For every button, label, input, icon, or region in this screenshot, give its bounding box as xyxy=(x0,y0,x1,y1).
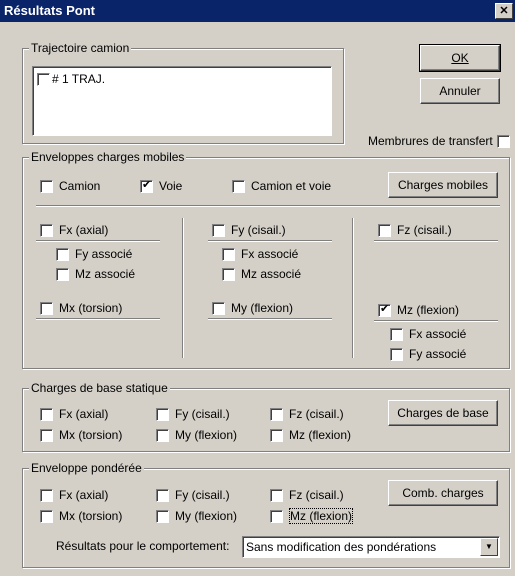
mz-flexion-checkbox[interactable]: Mz (flexion) xyxy=(378,302,459,318)
pond-mx-checkbox[interactable]: Mx (torsion) xyxy=(40,508,122,524)
base-fx-label: Fx (axial) xyxy=(59,407,109,421)
mz-associe-checkbox[interactable]: Mz associé xyxy=(56,266,135,282)
window-title: Résultats Pont xyxy=(4,3,96,18)
camion-checkbox[interactable]: Camion xyxy=(40,178,100,194)
title-bar: Résultats Pont ✕ xyxy=(0,0,515,22)
fy-associe-2-label: Fy associé xyxy=(409,347,467,361)
my-flexion-label: My (flexion) xyxy=(231,301,294,315)
base-mz-checkbox[interactable]: Mz (flexion) xyxy=(270,427,351,443)
column-divider xyxy=(182,218,184,358)
camion-voie-label: Camion et voie xyxy=(251,179,332,193)
pond-fz-label: Fz (cisail.) xyxy=(289,488,344,502)
mx-torsion-checkbox[interactable]: Mx (torsion) xyxy=(40,300,122,316)
enveloppes-mobiles-label: Enveloppes charges mobiles xyxy=(29,150,187,164)
underline xyxy=(208,318,332,320)
resultats-select[interactable]: Sans modification des pondérations ▼ xyxy=(242,536,500,558)
camion-label: Camion xyxy=(59,179,101,193)
charges-base-label: Charges de base statique xyxy=(29,381,170,395)
trajectoire-group-label: Trajectoire camion xyxy=(29,41,132,55)
pond-mx-label: Mx (torsion) xyxy=(59,509,123,523)
underline xyxy=(374,320,498,322)
mz-associe-label: Mz associé xyxy=(75,267,136,281)
charges-mobiles-button[interactable]: Charges mobiles xyxy=(388,172,498,198)
my-flexion-checkbox[interactable]: My (flexion) xyxy=(212,300,293,316)
fx-associe-label: Fx associé xyxy=(241,247,299,261)
base-mz-label: Mz (flexion) xyxy=(289,428,352,442)
base-my-label: My (flexion) xyxy=(175,428,238,442)
charges-base-button[interactable]: Charges de base xyxy=(388,400,498,426)
underline xyxy=(374,240,498,242)
charges-mobiles-label: Charges mobiles xyxy=(397,178,489,192)
membrures-box[interactable] xyxy=(496,134,510,148)
comb-charges-label: Comb. charges xyxy=(402,486,484,500)
fx-axial-label: Fx (axial) xyxy=(59,223,109,237)
pond-fx-label: Fx (axial) xyxy=(59,488,109,502)
base-fx-checkbox[interactable]: Fx (axial) xyxy=(40,406,108,422)
column-divider xyxy=(352,218,354,358)
resultats-value: Sans modification des pondérations xyxy=(246,540,437,554)
chevron-down-icon[interactable]: ▼ xyxy=(480,538,498,556)
divider xyxy=(36,205,500,207)
base-mx-checkbox[interactable]: Mx (torsion) xyxy=(40,427,122,443)
fy-associe-checkbox[interactable]: Fy associé xyxy=(56,246,132,262)
pond-my-checkbox[interactable]: My (flexion) xyxy=(156,508,237,524)
ok-button[interactable]: OK xyxy=(419,44,501,72)
fy-cisail-label: Fy (cisail.) xyxy=(231,223,286,237)
resultats-label: Résultats pour le comportement: xyxy=(56,539,230,553)
underline xyxy=(36,318,160,320)
fz-cisail-checkbox[interactable]: Fz (cisail.) xyxy=(378,222,452,238)
fx-associe-2-checkbox[interactable]: Fx associé xyxy=(390,326,466,342)
mz-flexion-label: Mz (flexion) xyxy=(397,303,460,317)
fz-cisail-label: Fz (cisail.) xyxy=(397,223,452,237)
base-fz-checkbox[interactable]: Fz (cisail.) xyxy=(270,406,344,422)
base-fy-checkbox[interactable]: Fy (cisail.) xyxy=(156,406,230,422)
voie-checkbox[interactable]: Voie xyxy=(140,178,182,194)
fy-cisail-checkbox[interactable]: Fy (cisail.) xyxy=(212,222,286,238)
mz-associe-2-label: Mz associé xyxy=(241,267,302,281)
pond-fy-label: Fy (cisail.) xyxy=(175,488,230,502)
underline xyxy=(208,240,332,242)
membrures-checkbox[interactable]: Membrures de transfert xyxy=(368,133,510,149)
enveloppe-ponderee-label: Enveloppe pondérée xyxy=(29,461,144,475)
trajectoire-checkbox[interactable] xyxy=(37,72,50,86)
pond-mz-label: Mz (flexion) xyxy=(289,508,354,524)
pond-fx-checkbox[interactable]: Fx (axial) xyxy=(40,487,108,503)
ok-button-label: OK xyxy=(451,51,469,65)
mz-associe-2-checkbox[interactable]: Mz associé xyxy=(222,266,301,282)
annuler-button[interactable]: Annuler xyxy=(420,78,500,104)
underline xyxy=(36,240,160,242)
camion-voie-checkbox[interactable]: Camion et voie xyxy=(232,178,331,194)
mx-torsion-label: Mx (torsion) xyxy=(59,301,123,315)
pond-fz-checkbox[interactable]: Fz (cisail.) xyxy=(270,487,344,503)
close-icon[interactable]: ✕ xyxy=(495,3,513,19)
fx-associe-checkbox[interactable]: Fx associé xyxy=(222,246,298,262)
membrures-label: Membrures de transfert xyxy=(368,134,493,148)
pond-fy-checkbox[interactable]: Fy (cisail.) xyxy=(156,487,230,503)
base-fy-label: Fy (cisail.) xyxy=(175,407,230,421)
fy-associe-2-checkbox[interactable]: Fy associé xyxy=(390,346,466,362)
fx-axial-checkbox[interactable]: Fx (axial) xyxy=(40,222,108,238)
base-mx-label: Mx (torsion) xyxy=(59,428,123,442)
annuler-button-label: Annuler xyxy=(439,84,481,98)
pond-my-label: My (flexion) xyxy=(175,509,238,523)
base-fz-label: Fz (cisail.) xyxy=(289,407,344,421)
fy-associe-label: Fy associé xyxy=(75,247,133,261)
comb-charges-button[interactable]: Comb. charges xyxy=(388,480,498,506)
charges-base-button-label: Charges de base xyxy=(397,406,489,420)
voie-label: Voie xyxy=(159,179,183,193)
list-item[interactable]: # 1 TRAJ. xyxy=(37,71,105,87)
fx-associe-2-label: Fx associé xyxy=(409,327,467,341)
base-my-checkbox[interactable]: My (flexion) xyxy=(156,427,237,443)
pond-mz-checkbox[interactable]: Mz (flexion) xyxy=(270,508,354,524)
trajectoire-list[interactable]: # 1 TRAJ. xyxy=(32,66,332,136)
trajectoire-item-label: # 1 TRAJ. xyxy=(52,72,106,86)
